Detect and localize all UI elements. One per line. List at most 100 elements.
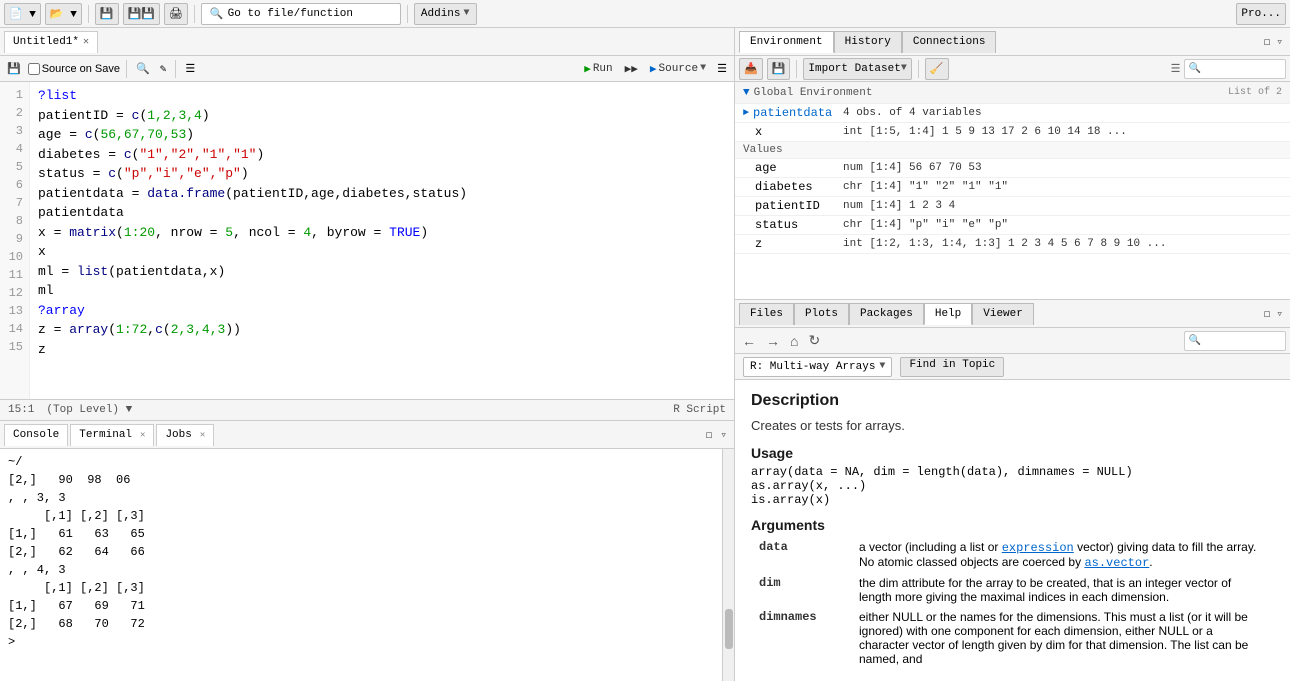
- env-search-input[interactable]: [1201, 63, 1281, 75]
- jobs-close[interactable]: ✕: [200, 430, 205, 440]
- help-search[interactable]: 🔍: [1184, 331, 1286, 351]
- patientdata-value: 4 obs. of 4 variables: [843, 107, 1282, 119]
- sep5: [175, 60, 176, 78]
- tab-help[interactable]: Help: [924, 303, 972, 325]
- console-line-13: [2,] 68 70 72: [8, 615, 714, 633]
- tab-packages[interactable]: Packages: [849, 303, 924, 325]
- env-item-patientdata: ► patientdata 4 obs. of 4 variables: [735, 104, 1290, 123]
- tab-history-label: History: [845, 36, 891, 48]
- patientid-value: num [1:4] 1 2 3 4: [843, 200, 1282, 212]
- x-name: x: [755, 125, 762, 139]
- run-btn[interactable]: ▶ Run: [580, 61, 616, 77]
- save-all-btn[interactable]: 💾💾: [123, 3, 160, 25]
- addins-dropdown[interactable]: Addins ▼: [414, 3, 477, 25]
- help-forward-btn[interactable]: →: [763, 333, 783, 349]
- console-prompt-line[interactable]: >: [8, 633, 714, 651]
- env-list-btn[interactable]: ☰: [1168, 62, 1184, 76]
- code-editor[interactable]: 12345 678910 1112131415 ?list patientID …: [0, 82, 734, 399]
- env-collapse[interactable]: ▿: [1273, 35, 1286, 49]
- arg-row-dimnames: dimnames either NULL or the names for th…: [751, 607, 1274, 669]
- source-btn[interactable]: ▶ Source ▼: [646, 61, 710, 77]
- source-label: Source: [659, 63, 699, 75]
- console-scrollbar[interactable]: [722, 449, 734, 681]
- format-btn[interactable]: ☰: [182, 61, 198, 77]
- editor-area: Untitled1* ✕ 💾 Source on Save 🔍 ✎ ☰ ▶: [0, 28, 734, 421]
- find-in-topic-btn[interactable]: Find in Topic: [900, 357, 1004, 377]
- right-panel: Environment History Connections ◻ ▿ 📥 💾: [735, 28, 1290, 681]
- tab-environment-label: Environment: [750, 36, 823, 48]
- tab-history[interactable]: History: [834, 31, 902, 53]
- help-search-input[interactable]: [1201, 335, 1281, 347]
- x-value: int [1:5, 1:4] 1 5 9 13 17 2 6 10 14 18 …: [843, 126, 1282, 138]
- spell-btn[interactable]: ✎: [157, 61, 170, 77]
- help-refresh-btn[interactable]: ↻: [805, 332, 823, 349]
- more-btn[interactable]: ☰: [714, 61, 730, 77]
- open-file-btn[interactable]: 📂 ▼: [45, 3, 82, 25]
- topic-dropdown[interactable]: R: Multi-way Arrays ▼: [743, 357, 892, 377]
- tab-viewer[interactable]: Viewer: [972, 303, 1034, 325]
- search-btn[interactable]: 🔍: [133, 61, 153, 77]
- run-next-btn[interactable]: ▶▶: [621, 61, 642, 77]
- expand-patientdata[interactable]: ►: [743, 108, 749, 119]
- save-editor-btn[interactable]: 💾: [4, 61, 24, 77]
- editor-toolbar: 💾 Source on Save 🔍 ✎ ☰ ▶ Run ▶▶ ▶: [0, 56, 734, 82]
- terminal-tab[interactable]: Terminal ✕: [70, 424, 154, 446]
- code-content[interactable]: ?list patientID = c(1,2,3,4) age = c(56,…: [30, 82, 734, 399]
- as-vector-link[interactable]: as.vector: [1084, 556, 1149, 570]
- help-toolbar-left: ← → ⌂ ↻: [739, 332, 823, 349]
- console-tab[interactable]: Console: [4, 424, 68, 446]
- z-value: int [1:2, 1:3, 1:4, 1:3] 1 2 3 4 5 6 7 8…: [843, 238, 1282, 250]
- diabetes-name: diabetes: [755, 180, 813, 194]
- env-maximize[interactable]: ◻: [1261, 35, 1274, 49]
- project-btn[interactable]: Pro...: [1236, 3, 1286, 25]
- status-value: chr [1:4] "p" "i" "e" "p": [843, 219, 1282, 231]
- tab-connections-label: Connections: [913, 36, 986, 48]
- help-home-btn[interactable]: ⌂: [787, 333, 801, 349]
- import-dataset-btn[interactable]: Import Dataset ▼: [803, 58, 911, 80]
- tab-files[interactable]: Files: [739, 303, 794, 325]
- env-load-btn[interactable]: 📥: [739, 58, 763, 80]
- console-maximize[interactable]: ◻: [703, 428, 716, 442]
- import-dataset-label: Import Dataset: [808, 63, 900, 75]
- source-on-save-checkbox[interactable]: [28, 63, 40, 75]
- terminal-tab-label: Terminal: [79, 429, 132, 441]
- console-collapse[interactable]: ▿: [717, 428, 730, 442]
- editor-tab-label: Untitled1*: [13, 36, 79, 48]
- source-on-save-label: Source on Save: [42, 63, 120, 75]
- tab-environment[interactable]: Environment: [739, 31, 834, 53]
- env-broom-btn[interactable]: 🧹: [925, 58, 949, 80]
- expression-link[interactable]: expression: [1002, 541, 1074, 555]
- status-name: status: [755, 218, 798, 232]
- addins-chevron: ▼: [464, 8, 470, 19]
- console-line-7: [2,] 62 64 66: [8, 543, 714, 561]
- print-btn[interactable]: 🖨: [164, 3, 188, 25]
- help-back-btn[interactable]: ←: [739, 333, 759, 349]
- topic-bar: R: Multi-way Arrays ▼ Find in Topic: [735, 354, 1290, 380]
- editor-tab-close[interactable]: ✕: [83, 36, 89, 48]
- arg-dimnames-name: dimnames: [759, 610, 817, 624]
- help-usage-title: Usage: [751, 445, 1274, 461]
- jobs-tab[interactable]: Jobs ✕: [156, 424, 214, 446]
- editor-status-bar: 15:1 (Top Level) ▼ R Script: [0, 399, 734, 421]
- go-to-file-label: Go to file/function: [228, 8, 353, 20]
- save-btn[interactable]: 💾: [95, 3, 119, 25]
- env-item-x: x int [1:5, 1:4] 1 5 9 13 17 2 6 10 14 1…: [735, 123, 1290, 142]
- env-save-btn[interactable]: 💾: [767, 58, 791, 80]
- terminal-close[interactable]: ✕: [140, 430, 145, 440]
- env-item-status: status chr [1:4] "p" "i" "e" "p": [735, 216, 1290, 235]
- new-file-btn[interactable]: 📄 ▼: [4, 3, 41, 25]
- help-collapse[interactable]: ▿: [1273, 307, 1286, 321]
- tab-connections[interactable]: Connections: [902, 31, 997, 53]
- patientdata-name: patientdata: [753, 106, 832, 120]
- help-maximize[interactable]: ◻: [1261, 307, 1274, 321]
- env-search[interactable]: 🔍: [1184, 59, 1286, 79]
- go-to-file-input[interactable]: 🔍 Go to file/function: [201, 3, 401, 25]
- env-global-header: ▼ Global Environment List of 2: [735, 82, 1290, 104]
- console-scrollbar-thumb[interactable]: [725, 609, 733, 649]
- editor-tab-untitled1[interactable]: Untitled1* ✕: [4, 31, 98, 53]
- console-line-3: , , 3, 3: [8, 489, 714, 507]
- source-chevron: ▼: [700, 63, 706, 74]
- context-chevron[interactable]: ▼: [126, 404, 133, 416]
- script-type-label: R Script: [673, 404, 726, 416]
- tab-plots[interactable]: Plots: [794, 303, 849, 325]
